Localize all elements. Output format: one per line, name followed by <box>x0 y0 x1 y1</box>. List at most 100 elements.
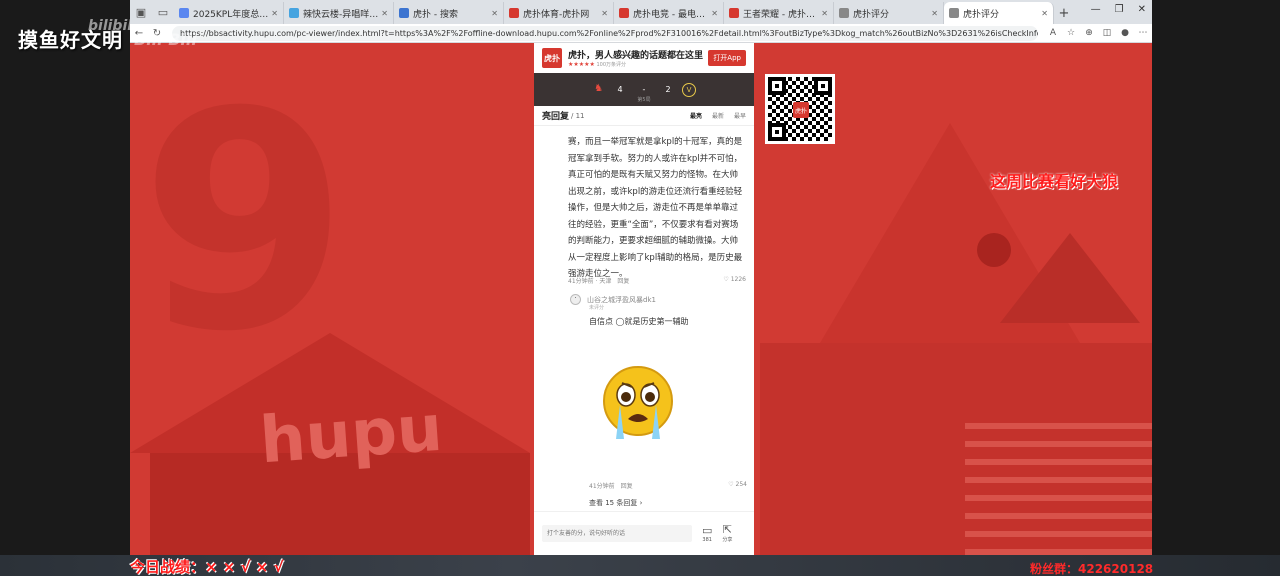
app-slogan: 虎扑，男人感兴趣的话题都在这里 <box>568 51 704 61</box>
tab-title: 虎扑 - 搜索 <box>413 9 458 20</box>
bg-ninety-graphic: 9 <box>140 48 349 397</box>
avatar[interactable]: · <box>570 294 581 305</box>
mobile-page: 虎扑 虎扑，男人感兴趣的话题都在这里 ★★★★★ 100万条评分 打开App ♞… <box>534 43 754 555</box>
browser-tab[interactable]: 虎扑 - 搜索 ✕ <box>394 2 504 24</box>
qr-code: 虎扑 <box>765 74 835 144</box>
like-icon: ♡ <box>728 481 736 488</box>
tab-favicon-icon <box>619 8 629 18</box>
tab-close-icon[interactable]: ✕ <box>821 9 828 18</box>
team-right-logo-icon: V <box>682 82 696 97</box>
sort-new[interactable]: 最新 <box>712 111 724 120</box>
browser-tab[interactable]: 辣快云楼-异唱咩喵_bilibili✕ <box>284 2 394 24</box>
comment-input[interactable] <box>542 525 692 542</box>
sub-reply-link[interactable]: 回复 <box>621 481 633 490</box>
comment-count: 381 <box>702 536 712 543</box>
sort-hot[interactable]: 最亮 <box>690 111 702 120</box>
like-count[interactable]: ♡ 1226 <box>723 276 746 285</box>
fan-group: 粉丝群：422620128 <box>1030 562 1154 576</box>
new-tab-button[interactable]: + <box>1054 2 1074 24</box>
browser-window: ▣ ▭ 2025KPL年度总决赛✕辣快云楼-异唱咩喵_bilibili✕虎扑 -… <box>130 0 1152 555</box>
share-button[interactable]: ⇱ 分享 <box>722 523 733 544</box>
qr-corner <box>768 77 786 95</box>
reply-link[interactable]: 回复 <box>617 276 629 285</box>
maximize-icon[interactable]: ❐ <box>1115 4 1124 15</box>
qr-corner <box>814 77 832 95</box>
tab-list-icon[interactable]: ▭ <box>152 0 174 24</box>
qr-corner <box>768 123 786 141</box>
address-bar: ← ↻ https://bbsactivity.hupu.com/pc-view… <box>130 24 1152 43</box>
profile-avatar[interactable]: ● <box>1116 28 1134 38</box>
tab-favicon-icon <box>729 8 739 18</box>
view-more-replies-link[interactable]: 查看 15 条回复 › <box>589 498 642 508</box>
crying-emoji-icon <box>603 366 673 439</box>
team-left-logo-icon: ♞ <box>594 82 603 94</box>
app-banner: 虎扑 虎扑，男人感兴趣的话题都在这里 ★★★★★ 100万条评分 打开App <box>534 43 754 73</box>
score-left: 4 <box>617 85 623 94</box>
bg-bricks <box>965 413 1152 555</box>
comment-button[interactable]: ▭ 381 <box>702 524 712 543</box>
tab-actions-icon[interactable]: ▣ <box>130 0 152 24</box>
qr-logo: 虎扑 <box>793 102 809 118</box>
collections-icon[interactable]: ⊕ <box>1080 28 1098 38</box>
tab-favicon-icon <box>949 8 959 18</box>
window-controls: — ❐ ✕ <box>1091 4 1146 15</box>
tab-title: 虎扑评分 <box>963 9 1000 20</box>
open-app-button[interactable]: 打开App <box>708 50 746 66</box>
sub-reply-user[interactable]: · 山谷之城浮盈风暴dk1 <box>570 294 656 305</box>
sidebar-icon[interactable]: ◫ <box>1098 28 1116 38</box>
match-scoreboard: ♞ 4 - 2 V 第5局 <box>534 73 754 106</box>
game-label: 第5局 <box>637 97 651 103</box>
tab-title: 虎扑体育-虎扑网 <box>523 9 590 20</box>
tab-close-icon[interactable]: ✕ <box>931 9 938 18</box>
tab-title: 虎扑评分 <box>853 9 890 20</box>
sub-reply-text: 自信点 ◯就是历史第一辅助 <box>589 317 689 326</box>
tab-close-icon[interactable]: ✕ <box>711 9 718 18</box>
today-record: 今日战绩：× × √ × √ <box>130 558 284 576</box>
browser-tab[interactable]: 虎扑体育-虎扑网 ✕ <box>504 2 614 24</box>
reply-count: / 11 <box>571 111 585 120</box>
tab-close-icon[interactable]: ✕ <box>491 9 498 18</box>
share-icon: ⇱ <box>722 523 733 536</box>
tab-bar: ▣ ▭ 2025KPL年度总决赛✕辣快云楼-异唱咩喵_bilibili✕虎扑 -… <box>130 0 1152 24</box>
sort-early[interactable]: 最早 <box>734 111 746 120</box>
streamer-note: 这周比赛看好大狼 <box>990 172 1119 191</box>
sort-options: 最亮 最新 最早 <box>690 111 746 120</box>
score-right: 2 <box>665 85 671 94</box>
tab-favicon-icon <box>399 8 409 18</box>
sub-reply-username[interactable]: 山谷之城浮盈风暴dk1 <box>587 295 656 305</box>
tab-favicon-icon <box>839 8 849 18</box>
tab-favicon-icon <box>509 8 519 18</box>
reply-meta: 41分钟前 · 天津 回复 ♡ 1226 <box>568 276 746 285</box>
sub-like-count[interactable]: ♡ 254 <box>728 481 747 490</box>
minimize-icon[interactable]: — <box>1091 4 1101 15</box>
browser-tab[interactable]: 虎扑电竞 - 最电竞的世界✕ <box>614 2 724 24</box>
tab-close-icon[interactable]: ✕ <box>381 9 388 18</box>
favorite-icon[interactable]: ☆ <box>1062 28 1080 38</box>
browser-tab[interactable]: 2025KPL年度总决赛✕ <box>174 2 284 24</box>
bg-hupu-text: hupu <box>257 391 445 479</box>
reply-time: 41分钟前 · 天津 <box>568 278 612 285</box>
bg-right-house <box>1000 233 1140 323</box>
reader-icon[interactable]: A <box>1044 28 1062 38</box>
reply-section-title: 亮回复 <box>542 112 570 122</box>
browser-tab[interactable]: 王者荣耀 - 虎扑社区 ✕ <box>724 2 834 24</box>
share-label: 分享 <box>722 537 733 543</box>
more-icon[interactable]: ⋯ <box>1134 28 1152 38</box>
reply-text: 赛，而且一举冠军就是拿kpl的十冠军，真的是冠军拿到手软。努力的人或许在kpl并… <box>568 137 743 279</box>
bilibili-watermark: Bili Bili <box>134 30 197 49</box>
bg-circle <box>977 233 1011 267</box>
browser-tab[interactable]: 虎扑评分 ✕ <box>834 2 944 24</box>
sub-reply-time: 41分钟前 <box>589 483 615 490</box>
tab-close-icon[interactable]: ✕ <box>1041 9 1048 18</box>
close-icon[interactable]: ✕ <box>1138 4 1146 15</box>
tab-title: 2025KPL年度总决赛 <box>193 9 269 20</box>
screen: 摸鱼好文明 bilibili ▣ ▭ 2025KPL年度总决赛✕辣快云楼-异唱咩… <box>0 0 1280 576</box>
browser-tab[interactable]: 虎扑评分 ✕ <box>944 2 1054 24</box>
url-field[interactable]: https://bbsactivity.hupu.com/pc-viewer/i… <box>172 25 1038 41</box>
sub-reply-meta: 41分钟前 回复 ♡ 254 <box>589 481 747 490</box>
tab-title: 虎扑电竞 - 最电竞的世界 <box>633 9 708 20</box>
tab-title: 王者荣耀 - 虎扑社区 <box>743 9 819 20</box>
rating-note: 100万条评分 <box>596 62 627 68</box>
tab-close-icon[interactable]: ✕ <box>271 9 278 18</box>
tab-close-icon[interactable]: ✕ <box>601 9 608 18</box>
